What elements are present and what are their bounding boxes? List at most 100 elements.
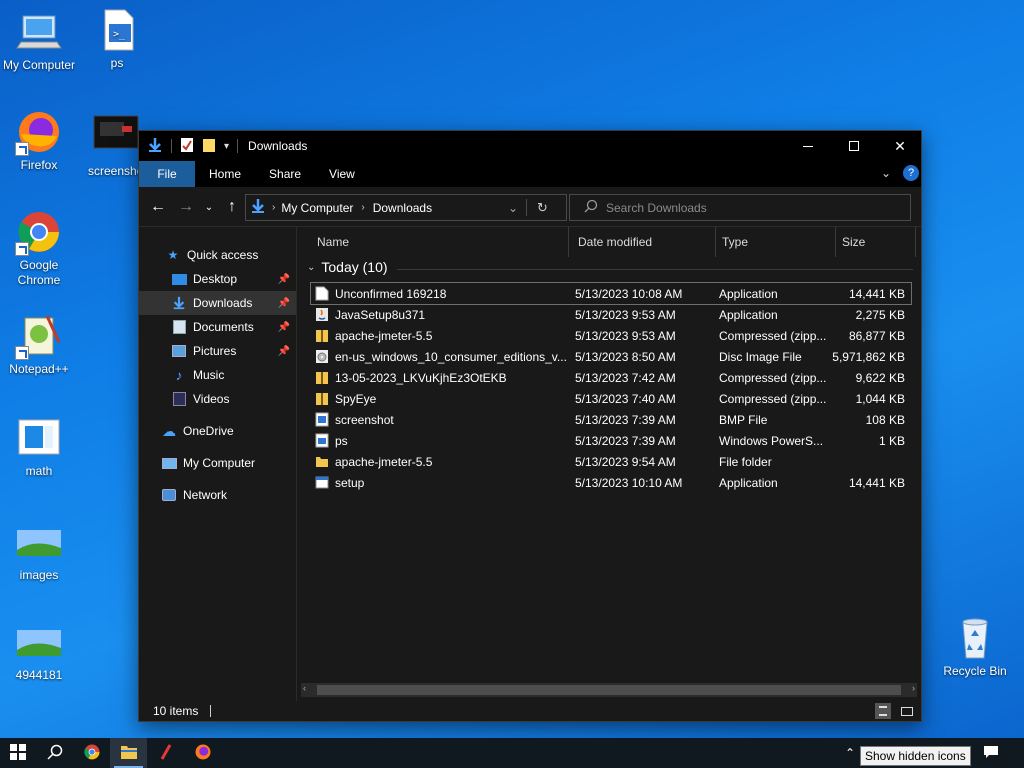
start-button[interactable] <box>0 738 36 768</box>
pin-icon[interactable]: 📌 <box>278 346 290 357</box>
address-dropdown-icon[interactable]: ⌄ <box>508 201 518 215</box>
nav-music[interactable]: ♪ Music <box>139 363 296 387</box>
file-name: Unconfirmed 169218 <box>335 286 447 301</box>
file-size: 2,275 KB <box>855 307 905 322</box>
file-row[interactable]: SpyEye 5/13/2023 7:40 AM Compressed (zip… <box>311 388 911 409</box>
tab-home[interactable]: Home <box>195 161 255 187</box>
powershell-script-icon <box>315 433 329 448</box>
file-row[interactable]: en-us_windows_10_consumer_editions_v... … <box>311 346 911 367</box>
file-size: 86,877 KB <box>848 328 905 343</box>
action-center-button[interactable] <box>976 738 1006 768</box>
group-header-today[interactable]: ⌄ Today (10) <box>307 259 388 275</box>
desktop-icon-ps[interactable]: >_ ps <box>78 6 156 71</box>
quick-access-toolbar: ▾ <box>139 137 239 156</box>
column-header-name[interactable]: Name <box>311 227 569 257</box>
breadcrumb-my-computer[interactable]: My Computer <box>281 201 353 215</box>
desktop-icon-recycle-bin[interactable]: Recycle Bin <box>936 614 1014 679</box>
desktop-icon-firefox[interactable]: Firefox <box>0 108 78 173</box>
tab-share[interactable]: Share <box>255 161 315 187</box>
taskbar-chrome[interactable] <box>73 738 110 768</box>
expand-ribbon-chevron-icon[interactable]: ⌄ <box>881 166 891 180</box>
close-button[interactable]: ✕ <box>877 131 923 161</box>
file-row[interactable]: apache-jmeter-5.5 5/13/2023 9:53 AM Comp… <box>311 325 911 346</box>
desktop-icon-math[interactable]: math <box>0 414 78 479</box>
column-header-type[interactable]: Type <box>716 227 836 257</box>
nav-network[interactable]: Network <box>139 483 296 507</box>
column-label: Name <box>317 235 350 249</box>
desktop-icon-label: 4944181 <box>15 668 63 682</box>
file-row[interactable]: 13-05-2023_LKVuKjhEz3OtEKB 5/13/2023 7:4… <box>311 367 911 388</box>
properties-icon[interactable] <box>180 137 194 156</box>
file-list-pane: Name Date modified Type Size ⌄ Today (10… <box>297 227 921 701</box>
details-view-icon[interactable] <box>875 703 891 719</box>
file-size: 1 KB <box>878 433 905 448</box>
nav-onedrive[interactable]: ☁ OneDrive <box>139 419 296 443</box>
search-input[interactable] <box>606 200 886 215</box>
file-row[interactable]: apache-jmeter-5.5 5/13/2023 9:54 AM File… <box>311 451 911 472</box>
file-row[interactable]: setup 5/13/2023 10:10 AM Application 14,… <box>311 472 911 493</box>
nav-documents[interactable]: Documents 📌 <box>139 315 296 339</box>
nav-quick-access[interactable]: ★ Quick access <box>139 243 296 267</box>
screenshot-thumbnail-icon <box>92 112 140 160</box>
scroll-right-icon[interactable]: › <box>912 683 915 693</box>
maximize-button[interactable] <box>831 131 877 161</box>
search-button[interactable] <box>36 738 73 768</box>
show-hidden-icons-button[interactable]: ⌃ <box>838 738 862 768</box>
pin-icon[interactable]: 📌 <box>278 274 290 285</box>
image-thumbnail-icon <box>15 518 63 566</box>
address-bar[interactable]: › My Computer › Downloads ⌄ ↻ <box>245 194 567 221</box>
chevron-up-icon: ⌃ <box>844 746 856 760</box>
large-icons-view-icon[interactable] <box>899 703 915 719</box>
forward-button[interactable]: → <box>175 195 197 219</box>
file-name: setup <box>335 475 365 490</box>
minimize-button[interactable] <box>785 131 831 161</box>
horizontal-scrollbar[interactable]: ‹ › <box>301 683 917 697</box>
up-button[interactable]: ↑ <box>221 195 243 219</box>
tab-view[interactable]: View <box>315 161 369 187</box>
file-row[interactable]: Unconfirmed 169218 5/13/2023 10:08 AM Ap… <box>310 282 912 305</box>
desktop-icon-4944181[interactable]: 4944181 <box>0 618 78 683</box>
nav-pictures[interactable]: Pictures 📌 <box>139 339 296 363</box>
desktop-icon-label: Notepad++ <box>9 362 69 376</box>
nav-desktop[interactable]: Desktop 📌 <box>139 267 296 291</box>
status-separator <box>210 705 212 717</box>
search-box[interactable] <box>569 194 911 221</box>
address-row: ← → ⌄ ↑ › My Computer › Downloads ⌄ ↻ <box>139 187 921 227</box>
refresh-icon[interactable]: ↻ <box>537 200 548 216</box>
search-icon <box>584 199 598 216</box>
customize-toolbar-chevron-icon[interactable]: ▾ <box>224 141 229 152</box>
nav-downloads[interactable]: Downloads 📌 <box>139 291 296 315</box>
scrollbar-thumb[interactable] <box>317 685 901 695</box>
nav-label: Network <box>183 488 228 502</box>
breadcrumb-downloads[interactable]: Downloads <box>373 201 432 215</box>
desktop-icon-my-computer[interactable]: My Computer <box>0 8 78 73</box>
file-type: Compressed (zipp... <box>719 370 827 385</box>
file-type: File folder <box>719 454 772 469</box>
desktop-icon-notepad-plus-plus[interactable]: Notepad++ <box>0 312 78 377</box>
pin-icon[interactable]: 📌 <box>278 322 290 333</box>
taskbar-firefox[interactable] <box>184 738 221 768</box>
desktop-icon-images[interactable]: images <box>0 518 78 583</box>
help-icon[interactable]: ? <box>903 165 919 181</box>
back-button[interactable]: ← <box>147 195 169 219</box>
file-row[interactable]: ps 5/13/2023 7:39 AM Windows PowerS... 1… <box>311 430 911 451</box>
taskbar-pen-app[interactable] <box>147 738 184 768</box>
documents-icon <box>171 319 187 335</box>
tab-file[interactable]: File <box>139 161 195 187</box>
explorer-body: ★ Quick access Desktop 📌 Downloads 📌 Doc… <box>139 227 921 701</box>
column-header-date-modified[interactable]: Date modified <box>572 227 716 257</box>
file-row[interactable]: screenshot 5/13/2023 7:39 AM BMP File 10… <box>311 409 911 430</box>
taskbar-file-explorer[interactable] <box>110 738 147 768</box>
pin-icon[interactable]: 📌 <box>278 298 290 309</box>
nav-my-computer[interactable]: My Computer <box>139 451 296 475</box>
new-folder-icon[interactable] <box>202 137 216 156</box>
nav-videos[interactable]: Videos <box>139 387 296 411</box>
column-header-size[interactable]: Size <box>836 227 916 257</box>
file-name: 13-05-2023_LKVuKjhEz3OtEKB <box>335 370 507 385</box>
scroll-left-icon[interactable]: ‹ <box>303 683 306 693</box>
collapse-chevron-icon: ⌄ <box>307 261 316 273</box>
recent-locations-button[interactable]: ⌄ <box>201 195 217 219</box>
file-row[interactable]: JavaSetup8u371 5/13/2023 9:53 AM Applica… <box>311 304 911 325</box>
toolbar-separator <box>171 139 172 153</box>
desktop-icon-google-chrome[interactable]: Google Chrome <box>0 208 78 288</box>
